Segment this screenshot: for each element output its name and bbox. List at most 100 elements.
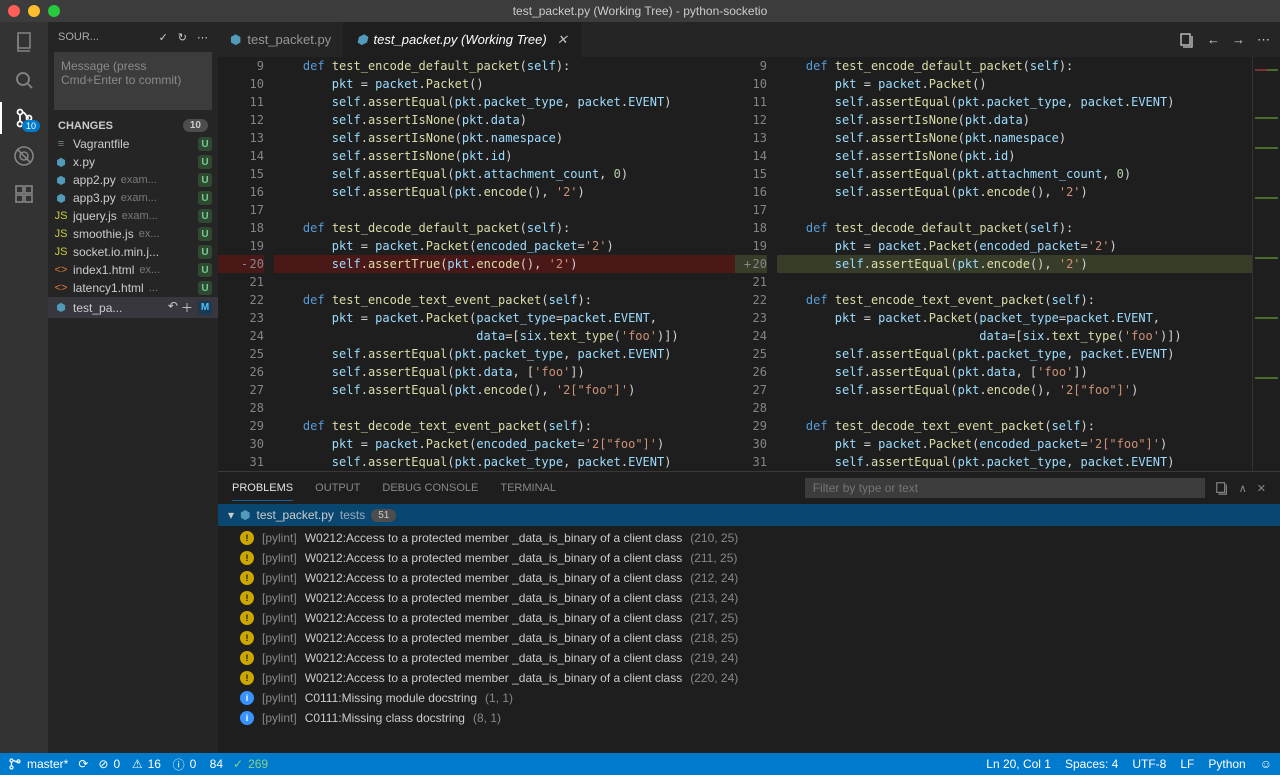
diff-editor[interactable]: 910111213141516171819-202122232425262728… (218, 57, 1280, 471)
change-item[interactable]: ⬢x.pyU (48, 153, 218, 171)
commit-icon[interactable]: ✓ (159, 31, 168, 44)
change-item[interactable]: JSjquery.jsexam...U (48, 207, 218, 225)
problem-item[interactable]: ![pylint] W0212:Access to a protected me… (218, 568, 1280, 588)
status-diagnostics[interactable]: ⊘ 0 ⚠ 16 ⓘ 0 84 (98, 756, 223, 773)
problem-location: (220, 24) (690, 671, 738, 685)
change-file-name: Vagrantfile (73, 137, 129, 151)
problem-source: [pylint] (262, 611, 297, 625)
feedback-icon[interactable]: ☺ (1260, 757, 1272, 771)
editor-tab[interactable]: ⬢test_packet.py (Working Tree)✕ (344, 22, 580, 57)
problem-item[interactable]: ![pylint] W0212:Access to a protected me… (218, 668, 1280, 688)
problem-item[interactable]: ![pylint] W0212:Access to a protected me… (218, 528, 1280, 548)
window-controls[interactable] (8, 5, 60, 17)
js-file-icon: JS (54, 228, 68, 240)
change-item[interactable]: ⬢test_pa...↶＋M (48, 297, 218, 318)
problem-item[interactable]: ![pylint] W0212:Access to a protected me… (218, 628, 1280, 648)
python-file-icon: ⬢ (54, 192, 68, 205)
status-bar: master* ⟳ ⊘ 0 ⚠ 16 ⓘ 0 84 ✓ 269 Ln 20, C… (0, 753, 1280, 775)
maximize-panel-icon[interactable]: ∧ (1239, 476, 1247, 501)
change-item[interactable]: ≡VagrantfileU (48, 135, 218, 153)
python-file-icon: ⬢ (230, 32, 241, 48)
more-icon[interactable]: ⋯ (197, 31, 208, 44)
sync-icon[interactable]: ⟳ (78, 757, 88, 771)
explorer-icon[interactable] (12, 30, 36, 54)
editor-tab[interactable]: ⬢ test_packet.py (218, 22, 344, 57)
minimize-window-icon[interactable] (28, 5, 40, 17)
cursor-position[interactable]: Ln 20, Col 1 (986, 757, 1051, 771)
extensions-icon[interactable] (12, 182, 36, 206)
problem-source: [pylint] (262, 671, 297, 685)
sidebar: SOUR... ✓ ↻ ⋯ Message (press Cmd+Enter t… (48, 22, 218, 753)
maximize-window-icon[interactable] (48, 5, 60, 17)
close-panel-icon[interactable]: ✕ (1257, 476, 1266, 501)
info-icon: i (240, 711, 254, 725)
tab-problems[interactable]: PROBLEMS (232, 476, 293, 501)
problem-item[interactable]: i[pylint] C0111:Missing module docstring… (218, 688, 1280, 708)
python-file-icon: ⬢ (54, 301, 68, 314)
commit-message-input[interactable]: Message (press Cmd+Enter to commit) (54, 52, 212, 110)
tab-output[interactable]: OUTPUT (315, 476, 360, 500)
problem-item[interactable]: ![pylint] W0212:Access to a protected me… (218, 608, 1280, 628)
change-item[interactable]: <>latency1.html...U (48, 279, 218, 297)
change-file-dir: exam... (121, 192, 193, 204)
change-status-badge: U (198, 173, 212, 187)
debug-icon[interactable] (12, 144, 36, 168)
problem-location: (1, 1) (485, 691, 513, 705)
git-branch[interactable]: master* (8, 757, 68, 771)
status-checks[interactable]: ✓ 269 (233, 757, 268, 771)
problem-item[interactable]: ![pylint] W0212:Access to a protected me… (218, 548, 1280, 568)
change-file-dir: ex... (139, 228, 193, 240)
change-item[interactable]: JSsocket.io.min.j...U (48, 243, 218, 261)
encoding[interactable]: UTF-8 (1132, 757, 1166, 771)
search-icon[interactable] (12, 68, 36, 92)
change-file-name: socket.io.min.j... (73, 245, 159, 259)
minimap[interactable] (1252, 57, 1280, 471)
problem-item[interactable]: ![pylint] W0212:Access to a protected me… (218, 588, 1280, 608)
problem-message: W0212:Access to a protected member _data… (305, 591, 683, 605)
stage-icon[interactable]: ＋ (181, 299, 193, 316)
file-icon: ≡ (54, 138, 68, 150)
change-status-badge: U (198, 281, 212, 295)
chevron-down-icon: ▾ (228, 508, 234, 522)
eol[interactable]: LF (1180, 757, 1194, 771)
refresh-icon[interactable]: ↻ (178, 31, 187, 44)
close-tab-icon[interactable]: ✕ (557, 32, 568, 48)
change-status-badge: U (198, 245, 212, 259)
tab-label: test_packet.py (247, 32, 331, 47)
collapse-icon[interactable] (1215, 475, 1229, 501)
problem-source: [pylint] (262, 651, 297, 665)
problems-list: ! [pylint] W0212:Access to a protected me… (218, 526, 1280, 753)
problems-file-header[interactable]: ▾ ⬢ test_packet.py tests 51 (218, 504, 1280, 526)
editor-more-icon[interactable]: ⋯ (1257, 32, 1270, 48)
change-file-name: app3.py (73, 191, 116, 205)
warning-icon: ! (240, 531, 254, 545)
change-file-name: jquery.js (73, 209, 117, 223)
tab-terminal[interactable]: TERMINAL (500, 476, 556, 500)
warning-icon: ! (240, 671, 254, 685)
tab-debug-console[interactable]: DEBUG CONSOLE (382, 476, 478, 500)
problem-item[interactable]: i[pylint] C0111:Missing class docstring … (218, 708, 1280, 728)
language-mode[interactable]: Python (1208, 757, 1245, 771)
panel-tabs: PROBLEMS OUTPUT DEBUG CONSOLE TERMINAL ∧… (218, 472, 1280, 504)
change-item[interactable]: <>index1.htmlex...U (48, 261, 218, 279)
close-window-icon[interactable] (8, 5, 20, 17)
change-status-badge: M (198, 301, 212, 315)
discard-icon[interactable]: ↶ (168, 299, 178, 316)
change-item[interactable]: JSsmoothie.jsex...U (48, 225, 218, 243)
problem-source: [pylint] (262, 631, 297, 645)
problems-filter-input[interactable] (805, 478, 1205, 498)
next-change-icon[interactable]: → (1232, 32, 1245, 47)
change-item[interactable]: ⬢app2.pyexam...U (48, 171, 218, 189)
open-changes-icon[interactable] (1179, 32, 1195, 48)
bottom-panel: PROBLEMS OUTPUT DEBUG CONSOLE TERMINAL ∧… (218, 471, 1280, 753)
source-control-icon[interactable]: 10 (12, 106, 36, 130)
problem-message: W0212:Access to a protected member _data… (305, 651, 683, 665)
scm-badge: 10 (22, 120, 40, 132)
problem-item[interactable]: ![pylint] W0212:Access to a protected me… (218, 648, 1280, 668)
indent-info[interactable]: Spaces: 4 (1065, 757, 1118, 771)
changes-header[interactable]: CHANGES 10 (48, 116, 218, 135)
problem-message: W0212:Access to a protected member _data… (305, 631, 683, 645)
prev-change-icon[interactable]: ← (1207, 32, 1220, 47)
change-item[interactable]: ⬢app3.pyexam...U (48, 189, 218, 207)
python-file-icon: ⬢ (54, 174, 68, 187)
